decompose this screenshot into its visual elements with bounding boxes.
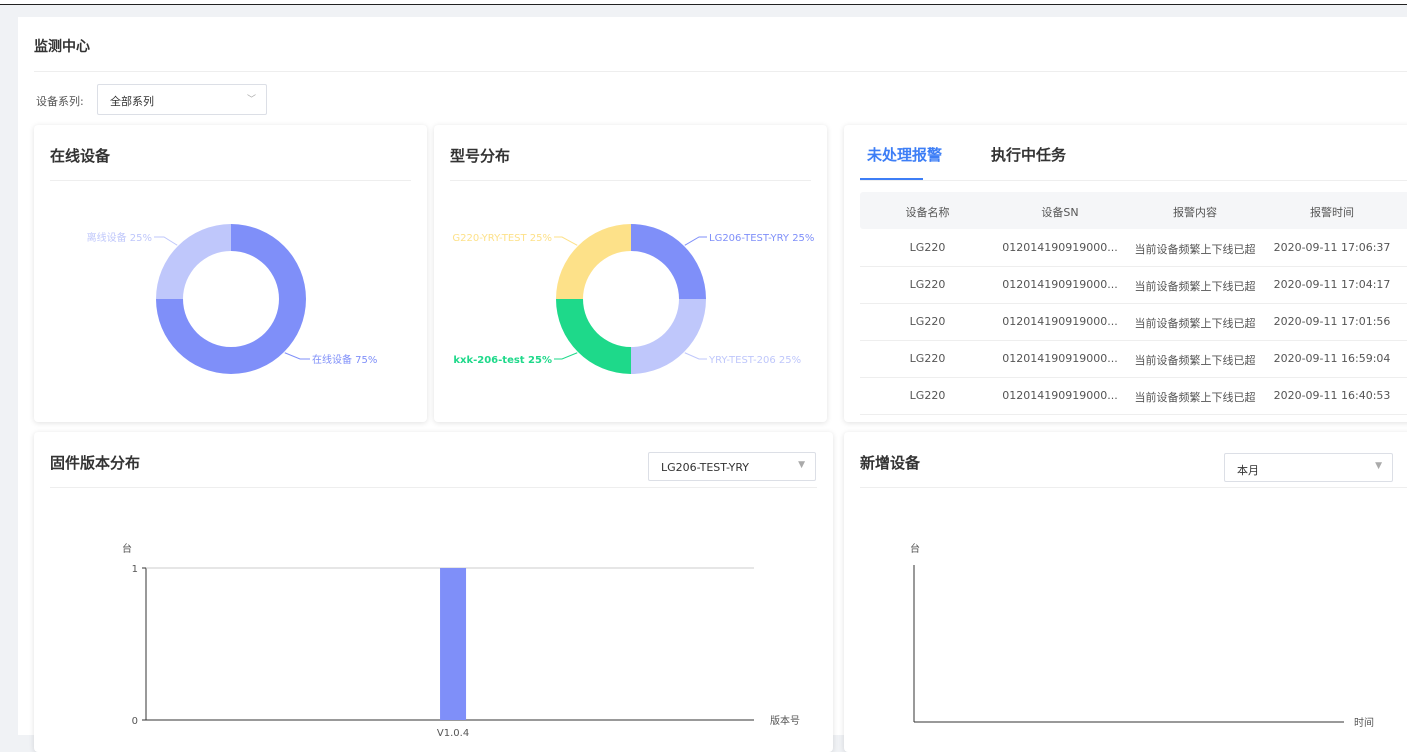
series-filter-value: 全部系列 — [110, 95, 154, 108]
x-axis-label: 版本号 — [770, 714, 800, 727]
donut-slice-kxk-206-test[interactable] — [556, 299, 631, 374]
firmware-bar-chart: 台1 0 V1.0.4 版本号 — [122, 542, 800, 739]
donut-slice-lg206-test-yry[interactable] — [631, 224, 706, 299]
cell-device-name: LG220 — [909, 352, 946, 365]
cell-device-name: LG220 — [909, 389, 946, 402]
bar-V1.0.4[interactable] — [440, 568, 467, 720]
model-distribution-donut-chart: LG206-TEST-YRY 25% YRY-TEST-206 25% kxk-20… — [452, 224, 814, 374]
cell-alarm-time: 2020-09-11 17:06:37 — [1273, 241, 1391, 254]
slice-label: G220-YRY-TEST 25% — [452, 233, 552, 244]
y-tick-label: 0 — [132, 716, 138, 727]
slice-label: LG206-TEST-YRY 25% — [709, 233, 814, 244]
slice-label: YRY-TEST-206 25% — [708, 355, 801, 366]
series-filter-select[interactable]: 全部系列 ﹀ — [97, 84, 267, 115]
model-distribution-card: 型号分布 LG206-TEST-YRY 25% YRY-TEST-206 25% k… — [434, 125, 827, 422]
x-tick-label: V1.0.4 — [437, 728, 469, 739]
cell-device-name: LG220 — [909, 278, 946, 291]
table-row[interactable]: LG220 012014190919000... 当前设备频繁上下线已超 2020-0… — [860, 266, 1407, 304]
cell-device-sn: 012014190919000... — [1002, 315, 1118, 328]
cell-device-sn: 012014190919000... — [1002, 389, 1118, 402]
cell-alarm-content: 当前设备频繁上下线已超 — [1134, 243, 1256, 256]
alarm-table-header: 设备名称 设备SN 报警内容 报警时间 — [860, 192, 1407, 229]
cell-alarm-time: 2020-09-11 17:01:56 — [1273, 315, 1391, 328]
tab-unprocessed-alarms[interactable]: 未处理报警 — [867, 144, 942, 165]
tab-running-tasks[interactable]: 执行中任务 — [991, 144, 1066, 165]
cell-alarm-time: 2020-09-11 17:04:17 — [1273, 278, 1391, 291]
donut-slice-yry-test-206[interactable] — [631, 299, 706, 374]
column-header-device-name: 设备名称 — [905, 206, 950, 219]
cell-device-name: LG220 — [909, 241, 946, 254]
table-row[interactable]: LG220 012014190919000... 当前设备频繁上下线已超 2020-0… — [860, 303, 1407, 341]
column-header-device-sn: 设备SN — [1041, 206, 1079, 219]
table-row[interactable]: LG220 012014190919000... 当前设备频繁上下线已超 2020-0… — [860, 377, 1407, 415]
slice-label: 在线设备 75% — [312, 353, 377, 366]
slice-label: 离线设备 25% — [87, 231, 152, 244]
firmware-version-card: 固件版本分布 LG206-TEST-YRY ▼ 台 1 0 V1.0.4 版本号 — [34, 432, 833, 752]
leader-line — [554, 352, 578, 360]
cell-device-sn: 012014190919000... — [1002, 278, 1118, 291]
alarm-task-card: 未处理报警 执行中任务 设备名称 设备SN 报警内容 报警时间 LG220 012… — [844, 125, 1407, 422]
cell-device-name: LG220 — [909, 315, 946, 328]
leader-line — [554, 236, 578, 246]
window-top-edge — [0, 0, 1407, 5]
y-axis-label: 台 — [910, 542, 920, 555]
cell-alarm-content: 当前设备频繁上下线已超 — [1134, 391, 1256, 404]
leader-line — [284, 352, 310, 360]
tab-divider — [860, 180, 1407, 181]
left-gutter — [0, 5, 14, 735]
donut-slice-lg220-yry-test[interactable] — [556, 224, 631, 299]
cell-device-sn: 012014190919000... — [1002, 241, 1118, 254]
title-divider — [34, 71, 1407, 72]
column-header-alarm-time: 报警时间 — [1310, 206, 1354, 219]
table-row[interactable]: LG220 012014190919000... 当前设备频繁上下线已超 2020-0… — [860, 229, 1407, 267]
series-filter-label: 设备系列: — [36, 95, 84, 108]
cell-alarm-time: 2020-09-11 16:59:04 — [1273, 352, 1391, 365]
cell-alarm-time: 2020-09-11 16:40:53 — [1273, 389, 1391, 402]
page-title: 监测中心 — [34, 39, 90, 55]
new-devices-card: 新增设备 本月 ▼ 台时间 — [844, 432, 1407, 752]
leader-line — [154, 236, 178, 246]
online-devices-donut-chart: 在线设备 75% 离线设备 25% — [87, 224, 377, 374]
donut-slice--[interactable] — [156, 224, 231, 299]
chevron-down-icon: ﹀ — [246, 95, 256, 105]
online-devices-card: 在线设备 在线设备 75% 离线设备 25% — [34, 125, 427, 422]
cell-alarm-content: 当前设备频繁上下线已超 — [1134, 280, 1256, 293]
monitor-center-panel: 监测中心 设备系列: 全部系列 ﹀ 在线设备 在线设备 75% 离线设备 25% … — [18, 17, 1407, 752]
cell-alarm-content: 当前设备频繁上下线已超 — [1134, 317, 1256, 330]
leader-line — [684, 236, 707, 246]
cell-device-sn: 012014190919000... — [1002, 352, 1118, 365]
y-tick-label: 1 — [132, 564, 138, 575]
x-axis-label: 时间 — [1354, 716, 1374, 729]
cell-alarm-content: 当前设备频繁上下线已超 — [1134, 354, 1256, 367]
table-row[interactable]: LG220 012014190919000... 当前设备频繁上下线已超 2020-0… — [860, 340, 1407, 378]
column-header-alarm-content: 报警内容 — [1173, 206, 1217, 219]
slice-label: kxk-206-test 25% — [453, 355, 552, 366]
leader-line — [684, 352, 707, 360]
y-axis-label: 台 — [122, 542, 132, 555]
new-devices-line-chart: 台时间 — [910, 542, 1374, 729]
